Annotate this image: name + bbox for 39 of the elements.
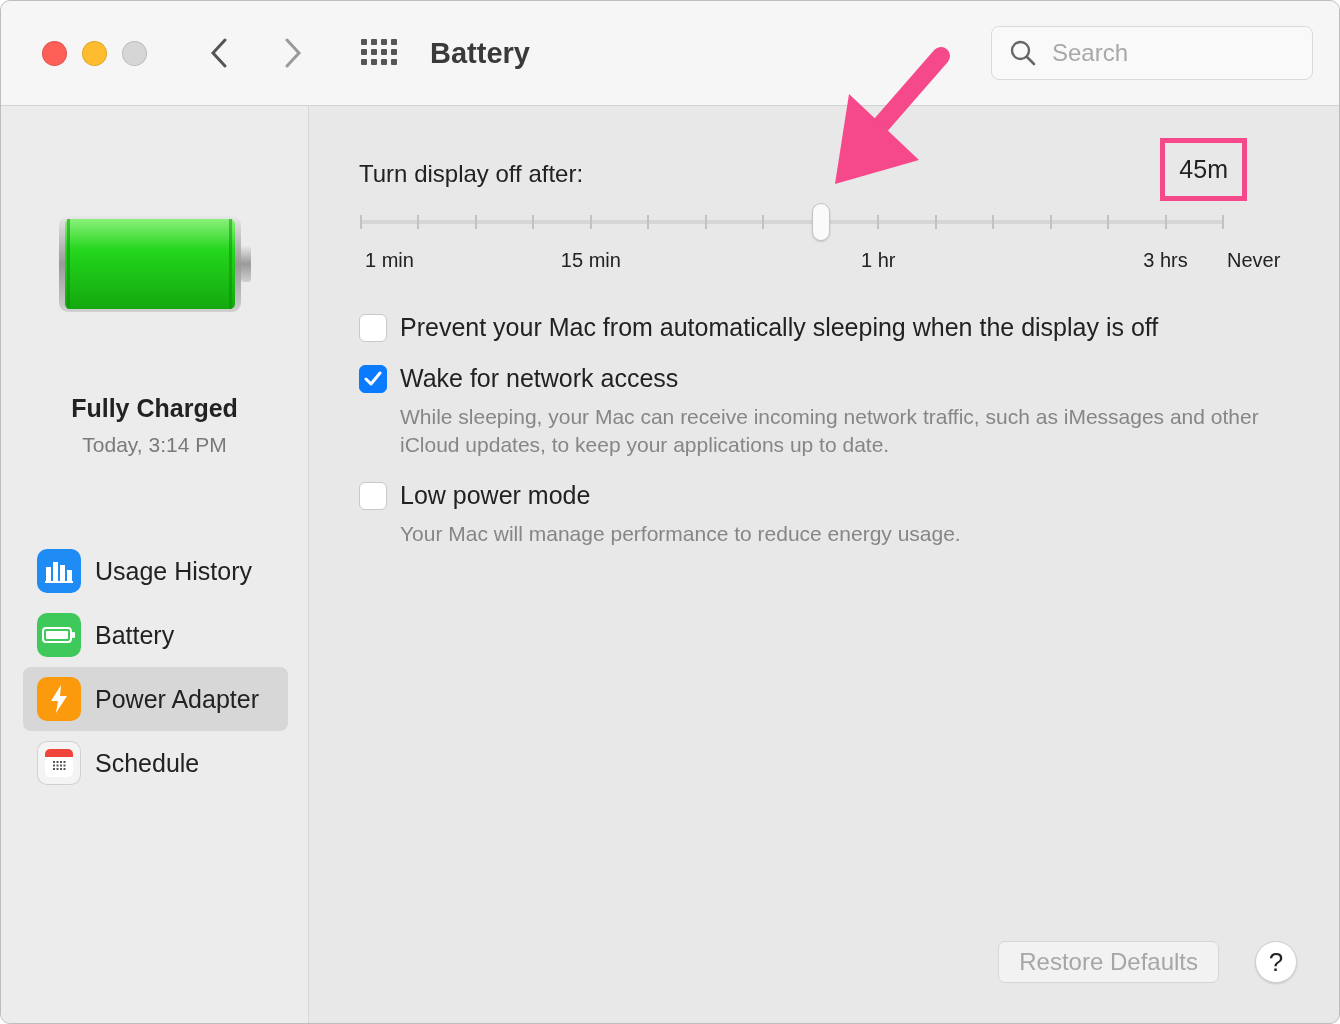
calendar-icon: [37, 741, 81, 785]
search-icon: [1010, 40, 1036, 66]
slider-value: 45m: [1160, 138, 1247, 201]
tick-label: 3 hrs: [1143, 249, 1188, 272]
zoom-button[interactable]: [122, 40, 147, 66]
slider-thumb[interactable]: [812, 203, 831, 241]
minimize-button[interactable]: [82, 40, 107, 66]
charge-time: Today, 3:14 PM: [82, 433, 227, 457]
battery-icon: [37, 613, 81, 657]
option-description: Your Mac will manage performance to reduce energy usage.: [400, 521, 962, 547]
sidebar-item-label: Power Adapter: [95, 684, 259, 714]
checkbox[interactable]: [359, 481, 387, 510]
tick-label: 1 min: [364, 249, 414, 272]
option-description: While sleeping, your Mac can receive incoming network traffic, such as iMessages and other iCloud updates, to keep your applications up to date.: [400, 404, 1260, 458]
tick-label: Never: [1226, 249, 1281, 272]
sidebar-item-label: Battery: [95, 620, 175, 650]
charge-status: Fully Charged: [71, 394, 238, 423]
sidebar-item[interactable]: Usage History: [23, 539, 288, 603]
checkbox[interactable]: [359, 313, 387, 342]
checkbox-label: Low power mode: [400, 481, 591, 510]
sidebar-item-label: Usage History: [95, 556, 252, 586]
search-field[interactable]: Search: [991, 26, 1313, 80]
tick-label: 1 hr: [860, 249, 896, 272]
slider-label: Turn display off after:: [359, 159, 584, 188]
sidebar-item[interactable]: Schedule: [23, 731, 288, 795]
checkbox[interactable]: [359, 364, 387, 393]
help-button[interactable]: ?: [1255, 941, 1297, 983]
checkmark-icon: [364, 370, 382, 387]
window-title: Battery: [430, 36, 530, 70]
tick-label: 15 min: [560, 249, 621, 272]
sidebar-item[interactable]: Power Adapter: [23, 667, 288, 731]
checkbox-label: Wake for network access: [400, 364, 679, 393]
lightning-icon: [37, 677, 81, 721]
sidebar-item-label: Schedule: [95, 748, 200, 778]
close-button[interactable]: [42, 40, 67, 66]
sidebar-item[interactable]: Battery: [23, 603, 288, 667]
bar-chart-icon: [37, 549, 81, 593]
checkbox-label: Prevent your Mac from automatically sleeping when the display is off: [400, 313, 1159, 342]
search-input[interactable]: Search: [1050, 38, 1294, 68]
